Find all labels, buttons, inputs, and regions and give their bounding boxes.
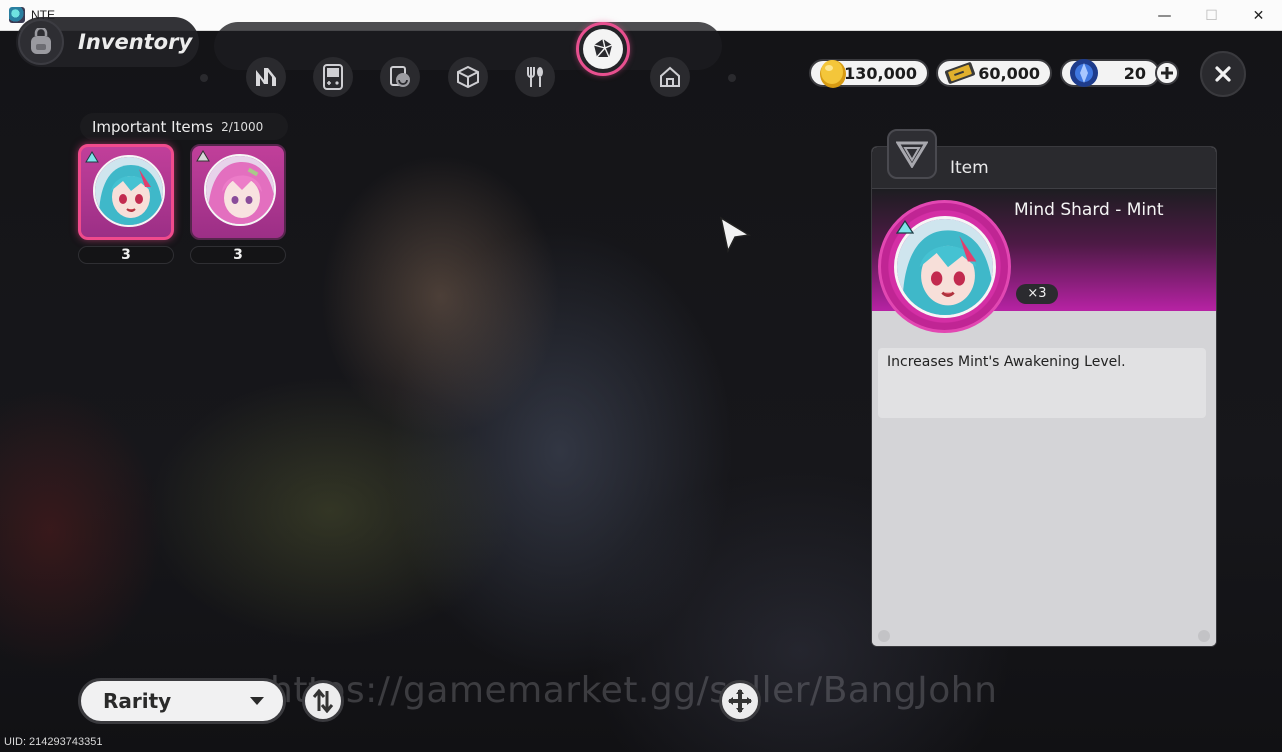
fork-spoon-icon	[527, 67, 543, 87]
tab-box[interactable]	[448, 57, 488, 97]
item-slot-mind-shard-mint[interactable]	[78, 144, 174, 240]
sort-rarity-dropdown[interactable]: Rarity	[78, 678, 286, 724]
blue-crystal-icon	[1070, 59, 1098, 87]
mouse-cursor-icon	[719, 216, 752, 254]
handheld-console-icon	[323, 64, 343, 90]
currency-crystal: 20	[1060, 59, 1160, 87]
ticket-icon	[945, 62, 975, 84]
crosshair-plus-icon	[728, 689, 752, 713]
section-capacity: 2/1000	[221, 119, 264, 134]
rarity-triangle-icon	[896, 220, 914, 234]
house-icon	[660, 66, 680, 87]
tab-photo-card[interactable]	[380, 57, 420, 97]
page-title: Inventory	[78, 30, 193, 54]
tab-handheld[interactable]	[313, 57, 353, 97]
user-id: UID: 214293743351	[4, 736, 103, 748]
tab-n-logo[interactable]	[246, 57, 286, 97]
crystal-amount: 20	[1123, 63, 1146, 83]
ticket-amount: 60,000	[978, 63, 1040, 83]
triangle-emblem-icon	[896, 141, 928, 168]
sort-label: Rarity	[103, 689, 172, 713]
item-slot-mind-shard-pink[interactable]	[190, 144, 286, 240]
cube-box-icon	[457, 65, 479, 89]
rarity-triangle-icon	[85, 151, 99, 163]
minimize-button[interactable]: —	[1141, 0, 1188, 31]
tab-food[interactable]	[515, 57, 555, 97]
photo-card-icon	[390, 66, 410, 87]
currency-gold: 130,000	[809, 59, 929, 88]
sort-order-button[interactable]	[302, 680, 344, 722]
corner-dot	[1198, 630, 1210, 642]
close-inventory-button[interactable]	[1200, 51, 1246, 97]
detail-description-box: Increases Mint's Awakening Level.	[878, 348, 1206, 418]
item-count-pink: 3	[190, 246, 286, 264]
expand-button[interactable]	[719, 680, 761, 722]
n-logo-icon	[256, 68, 276, 86]
item-portrait-pink	[204, 154, 276, 226]
section-name: Important Items	[92, 117, 214, 136]
watermark-text: https://gamemarket.gg/seller/BangJohn	[270, 670, 998, 711]
tab-important-items[interactable]	[576, 22, 630, 76]
rarity-triangle-icon	[196, 150, 210, 162]
corner-dot	[878, 630, 890, 642]
detail-description: Increases Mint's Awakening Level.	[887, 354, 1126, 370]
inventory-header: Inventory	[16, 17, 199, 67]
maximize-button[interactable]: ☐	[1188, 0, 1235, 31]
chevron-down-icon	[250, 697, 264, 705]
currency-ticket: 60,000	[936, 59, 1052, 87]
window-controls: — ☐ ✕	[1141, 0, 1282, 31]
close-icon	[1215, 66, 1231, 82]
detail-header-label: Item	[950, 158, 989, 178]
window-close-button[interactable]: ✕	[1235, 0, 1282, 31]
tab-home[interactable]	[650, 57, 690, 97]
item-portrait-mint	[93, 155, 165, 227]
sort-arrows-icon	[312, 689, 334, 713]
detail-item-quantity: ×3	[1016, 284, 1058, 304]
section-header: Important Items 2/1000	[80, 113, 288, 140]
add-crystal-button[interactable]	[1155, 61, 1179, 85]
app-icon	[9, 7, 25, 23]
plus-icon	[1161, 67, 1173, 79]
backpack-icon	[18, 19, 64, 65]
tabs-right-dot	[728, 74, 736, 82]
detail-item-name: Mind Shard - Mint	[1014, 200, 1164, 220]
gold-amount: 130,000	[844, 63, 917, 83]
item-type-badge	[887, 129, 937, 179]
item-count-mint: 3	[78, 246, 174, 264]
gem-shard-icon	[593, 38, 613, 58]
gold-coin-icon	[820, 60, 846, 88]
tabs-left-dot	[200, 74, 208, 82]
